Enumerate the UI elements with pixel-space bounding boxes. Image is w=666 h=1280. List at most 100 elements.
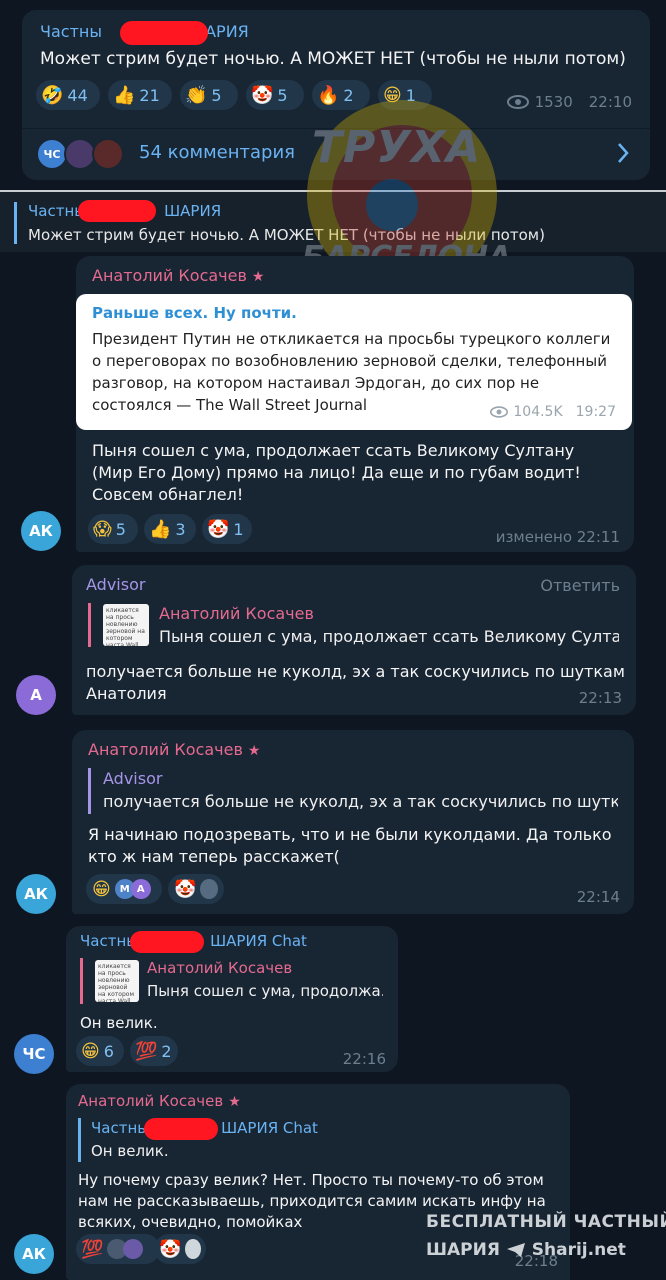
reaction-grin[interactable]: 😁 М А xyxy=(86,874,162,904)
reaction-count: 2 xyxy=(343,85,354,105)
reaction-count: 3 xyxy=(175,519,186,539)
reaction-count: 44 xyxy=(67,85,88,105)
reply-text: Он велик. xyxy=(91,1142,169,1160)
reply-author: Анатолий Косачев xyxy=(147,959,293,977)
message-bubble[interactable]: Advisor Ответить кликается на прось новл… xyxy=(72,565,636,715)
reactor-avatar xyxy=(185,1239,201,1259)
post-time: 22:10 xyxy=(588,93,632,111)
comment-avatar xyxy=(92,138,124,170)
reply-thumbnail: кликается на прось новлению зерновой на … xyxy=(103,604,149,646)
rofl-emoji-icon: 🤣 xyxy=(41,84,64,106)
message-bubble[interactable]: Анатолий Косачев ★ Раньше всех. Ну почти.… xyxy=(76,256,634,552)
reply-author: Анатолий Косачев xyxy=(159,604,314,623)
message-time: 22:16 xyxy=(342,1050,386,1068)
reaction-hundred[interactable]: 💯 2 xyxy=(130,1036,178,1066)
reaction-clap[interactable]: 👏 5 xyxy=(180,80,238,110)
message-time: 22:14 xyxy=(576,888,620,906)
reaction-thumbs-up[interactable]: 👍 21 xyxy=(108,80,172,110)
forwarded-card[interactable]: Раньше всех. Ну почти. Президент Путин н… xyxy=(76,294,632,430)
post-views: 1530 xyxy=(534,93,573,111)
grin-emoji-icon: 😁 xyxy=(81,1040,100,1062)
reply-button[interactable]: Ответить xyxy=(540,576,620,595)
clown-emoji-icon: 🤡 xyxy=(174,878,197,900)
clap-emoji-icon: 👏 xyxy=(185,84,208,106)
reaction-count: 1 xyxy=(233,519,244,539)
watermark-line1: БЕСПЛАТНЫЙ ЧАСТНЫЙ xyxy=(426,1212,666,1232)
channel-post: Частны ШАРИЯ Может стрим будет ночью. А М… xyxy=(22,10,650,180)
reply-quote[interactable]: кликается на прось новлению зерновой на … xyxy=(80,958,386,1004)
forward-text: Президент Путин не откликается на просьб… xyxy=(92,330,611,414)
redaction-mark xyxy=(144,1118,218,1140)
clown-emoji-icon: 🤡 xyxy=(159,1238,182,1260)
message-sender[interactable]: Анатолий Косачев ★ xyxy=(92,266,264,285)
reaction-clown[interactable]: 🤡 xyxy=(168,874,224,904)
divider xyxy=(22,128,650,129)
reactor-avatar: А xyxy=(130,879,151,899)
chevron-right-icon xyxy=(618,143,629,163)
reaction-scream[interactable]: 😱 5 xyxy=(88,514,138,544)
reaction-rofl[interactable]: 🤣 44 xyxy=(36,80,100,110)
reply-text: получается больше не куколд, эх а так со… xyxy=(103,792,618,811)
comments-link[interactable]: ЧС 54 комментария xyxy=(22,130,650,178)
reply-author-prefix: Частны xyxy=(91,1119,150,1137)
reaction-count: 5 xyxy=(277,85,288,105)
sender-name: Анатолий Косачев xyxy=(78,1092,224,1110)
pinned-message[interactable]: Частны ШАРИЯ Может стрим будет ночью. А М… xyxy=(0,192,666,252)
reaction-thumbs-up[interactable]: 👍 3 xyxy=(144,514,196,544)
reaction-grin[interactable]: 😁 1 xyxy=(378,80,432,110)
message-sender[interactable]: Advisor xyxy=(86,575,145,594)
reply-quote[interactable]: Advisor получается больше не куколд, эх … xyxy=(88,768,618,814)
avatar[interactable]: ЧС xyxy=(14,1034,54,1074)
redaction-mark xyxy=(130,931,204,953)
reaction-clown[interactable]: 🤡 1 xyxy=(202,514,252,544)
fire-emoji-icon: 🔥 xyxy=(317,84,340,106)
eye-icon xyxy=(490,406,509,418)
comments-count-label: 54 комментария xyxy=(139,142,295,163)
avatar[interactable]: АК xyxy=(14,1234,54,1274)
message-bubble[interactable]: Анатолий Косачев ★ Advisor получается бол… xyxy=(72,730,634,914)
forward-source: Раньше всех. Ну почти. xyxy=(92,304,297,322)
reaction-count: 5 xyxy=(115,519,126,539)
reaction-grin[interactable]: 😁 6 xyxy=(76,1036,124,1066)
forward-time: 19:27 xyxy=(575,404,616,420)
reaction-clown[interactable]: 🤡 5 xyxy=(246,80,304,110)
post-meta: 1530 22:10 xyxy=(506,93,632,111)
avatar[interactable]: АК xyxy=(16,874,56,914)
reactor-avatar xyxy=(123,1239,144,1259)
avatar[interactable]: А xyxy=(16,675,56,715)
reply-text: Пыня сошел с ума, продолжа... xyxy=(147,982,383,1000)
message-sender[interactable]: Анатолий Косачев ★ xyxy=(88,740,260,759)
message-text: Он велик. xyxy=(80,1014,158,1032)
pinned-bar xyxy=(14,202,17,244)
watermark-line2: ШАРИЯ xyxy=(426,1240,500,1260)
sender-suffix: ШАРИЯ Chat xyxy=(210,932,307,950)
reply-author: Advisor xyxy=(103,769,163,788)
hundred-emoji-icon: 💯 xyxy=(81,1238,104,1260)
clown-emoji-icon: 🤡 xyxy=(251,84,274,106)
sharij-corner-watermark: БЕСПЛАТНЫЙ ЧАСТНЫЙ ШАРИЯ Sharij.net xyxy=(426,1212,666,1272)
post-text: Может стрим будет ночью. А МОЖЕТ НЕТ (чт… xyxy=(40,49,626,69)
reply-quote[interactable]: кликается на прось новлению зерновой на … xyxy=(88,603,619,647)
redaction-mark xyxy=(78,200,156,222)
clown-emoji-icon: 🤡 xyxy=(207,518,230,540)
telegram-plane-icon xyxy=(506,1243,525,1257)
pinned-author-suffix: ШАРИЯ xyxy=(164,202,222,220)
reaction-clown[interactable]: 🤡 xyxy=(154,1234,206,1264)
post-author-prefix: Частны xyxy=(40,22,102,41)
message-text: получается больше не куколд, эх а так со… xyxy=(86,662,625,703)
message-time: изменено 22:11 xyxy=(495,528,620,546)
forward-views: 104.5K xyxy=(513,404,563,420)
reaction-fire[interactable]: 🔥 2 xyxy=(312,80,370,110)
message-bubble[interactable]: Частны ШАРИЯ Chat кликается на прось новл… xyxy=(66,926,398,1072)
reaction-count: 2 xyxy=(161,1041,172,1061)
reply-text: Пыня сошел с ума, продолжает ссать Велик… xyxy=(159,627,619,646)
avatar[interactable]: АК xyxy=(21,511,61,551)
watermark-site: Sharij.net xyxy=(531,1240,626,1260)
reaction-hundred[interactable]: 💯 xyxy=(76,1234,160,1264)
eye-icon xyxy=(506,95,529,109)
reply-thumbnail: кликается на прось новлению зерновой на … xyxy=(95,960,139,1002)
message-text: Я начинаю подозревать, что и не были кук… xyxy=(88,825,612,866)
reactor-avatar xyxy=(200,879,218,899)
star-icon: ★ xyxy=(251,269,265,285)
message-sender[interactable]: Анатолий Косачев ★ xyxy=(78,1092,241,1110)
